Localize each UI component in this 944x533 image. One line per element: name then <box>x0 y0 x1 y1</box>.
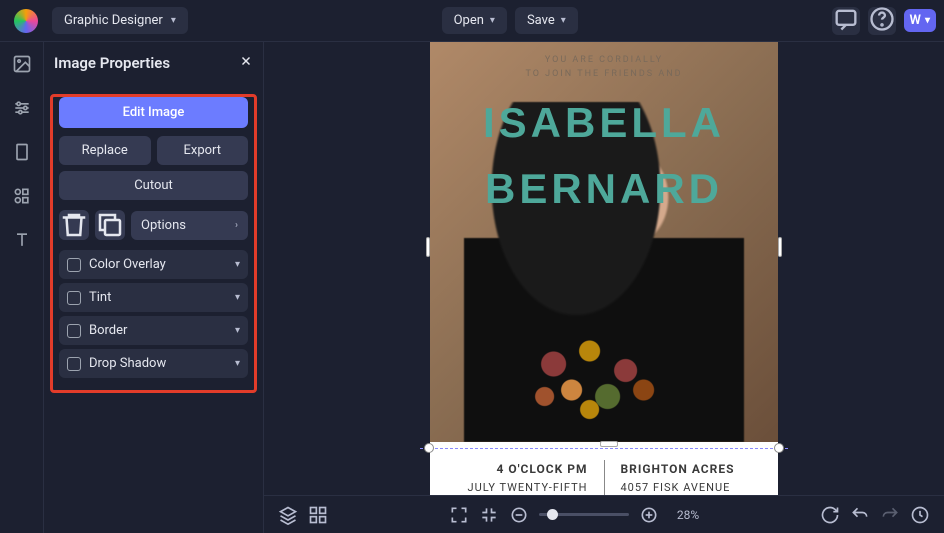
rail-image-icon[interactable] <box>12 54 32 74</box>
zoom-percentage: 28% <box>677 508 699 522</box>
tint-checkbox[interactable] <box>67 291 81 305</box>
zoom-slider[interactable] <box>539 513 629 516</box>
design-canvas[interactable]: YOU ARE CORDIALLY TO JOIN THE FRIENDS AN… <box>430 42 778 495</box>
rail-adjust-icon[interactable] <box>12 98 32 118</box>
chevron-down-icon: ▾ <box>235 292 240 303</box>
border-checkbox[interactable] <box>67 324 81 338</box>
cutout-button[interactable]: Cutout <box>59 171 248 200</box>
undo-button[interactable] <box>850 505 870 525</box>
color-overlay-label: Color Overlay <box>89 257 227 272</box>
border-row[interactable]: Border ▾ <box>59 316 248 345</box>
replace-label: Replace <box>82 143 128 158</box>
tint-row[interactable]: Tint ▾ <box>59 283 248 312</box>
panel-title: Image Properties <box>54 54 170 72</box>
collapse-icon <box>479 505 499 525</box>
color-overlay-checkbox[interactable] <box>67 258 81 272</box>
open-label: Open <box>454 13 484 28</box>
selection-handle-bottom[interactable] <box>600 441 618 447</box>
delete-button[interactable] <box>59 210 89 240</box>
open-button[interactable]: Open ▾ <box>442 7 507 34</box>
selection-handle-br[interactable] <box>774 443 784 453</box>
drop-shadow-checkbox[interactable] <box>67 357 81 371</box>
copy-icon <box>95 210 125 240</box>
zoom-in-icon <box>639 505 659 525</box>
rail-shapes-icon[interactable] <box>12 186 32 206</box>
options-button[interactable]: Options › <box>131 211 248 240</box>
history-button[interactable] <box>910 505 930 525</box>
duplicate-button[interactable] <box>95 210 125 240</box>
export-label: Export <box>183 143 221 158</box>
edit-image-label: Edit Image <box>123 105 185 120</box>
chevron-right-icon: › <box>235 220 238 231</box>
chat-button[interactable] <box>832 7 860 35</box>
border-label: Border <box>89 323 227 338</box>
save-label: Save <box>527 13 555 28</box>
selection-edge-bottom <box>420 448 788 449</box>
chevron-down-icon: ▾ <box>235 325 240 336</box>
grid-button[interactable] <box>308 505 328 525</box>
close-panel-button[interactable] <box>239 54 253 72</box>
help-button[interactable] <box>868 7 896 35</box>
zoom-in-button[interactable] <box>639 505 659 525</box>
drop-shadow-row[interactable]: Drop Shadow ▾ <box>59 349 248 378</box>
save-button[interactable]: Save ▾ <box>515 7 578 34</box>
chevron-down-icon: ▾ <box>490 15 495 26</box>
bouquet-graphic <box>500 312 680 442</box>
invite-intro-line1: YOU ARE CORDIALLY <box>545 54 663 68</box>
color-overlay-row[interactable]: Color Overlay ▾ <box>59 250 248 279</box>
invite-intro-line2: TO JOIN THE FRIENDS AND <box>525 68 682 82</box>
history-icon <box>910 505 930 525</box>
chevron-down-icon: ▾ <box>235 358 240 369</box>
grid-icon <box>308 505 328 525</box>
invite-venue: BRIGHTON ACRES <box>621 460 759 479</box>
cutout-label: Cutout <box>134 178 173 193</box>
invite-details: 4 O'CLOCK PM JULY TWENTY-FIFTH TWO THOUS… <box>430 442 778 495</box>
rail-text-icon[interactable] <box>12 230 32 250</box>
refresh-icon <box>820 505 840 525</box>
fit-screen-button[interactable] <box>449 505 469 525</box>
layers-icon <box>278 505 298 525</box>
chevron-down-icon: ▾ <box>171 15 176 26</box>
invite-name-1: ISABELLA <box>483 99 725 147</box>
edit-image-button[interactable]: Edit Image <box>59 97 248 128</box>
photo-region[interactable]: YOU ARE CORDIALLY TO JOIN THE FRIENDS AN… <box>430 42 778 442</box>
fullscreen-icon <box>449 505 469 525</box>
selection-handle-right[interactable] <box>778 237 782 257</box>
redo-icon <box>880 505 900 525</box>
highlighted-panel-region: Edit Image Replace Export Cutout <box>50 94 257 393</box>
close-icon <box>239 54 253 68</box>
selection-handle-bl[interactable] <box>424 443 434 453</box>
chevron-down-icon: ▾ <box>925 15 930 26</box>
layers-button[interactable] <box>278 505 298 525</box>
undo-icon <box>850 505 870 525</box>
zoom-out-button[interactable] <box>509 505 529 525</box>
chevron-down-icon: ▾ <box>235 259 240 270</box>
zoom-slider-thumb[interactable] <box>547 509 558 520</box>
tint-label: Tint <box>89 290 227 305</box>
avatar-letter: W <box>910 13 921 28</box>
options-label: Options <box>141 218 186 233</box>
drop-shadow-label: Drop Shadow <box>89 356 227 371</box>
rail-page-icon[interactable] <box>12 142 32 162</box>
designer-dropdown[interactable]: Graphic Designer ▾ <box>52 7 188 34</box>
app-logo <box>14 9 38 33</box>
replace-button[interactable]: Replace <box>59 136 151 165</box>
invite-name-2: BERNARD <box>485 165 723 213</box>
invite-street: 4057 FISK AVENUE <box>621 479 759 495</box>
chevron-down-icon: ▾ <box>561 15 566 26</box>
help-icon <box>868 5 896 37</box>
chat-icon <box>832 5 860 37</box>
redo-button[interactable] <box>880 505 900 525</box>
avatar-menu[interactable]: W ▾ <box>904 9 936 32</box>
refresh-button[interactable] <box>820 505 840 525</box>
invite-date: JULY TWENTY-FIFTH <box>450 479 588 495</box>
selection-handle-left[interactable] <box>426 237 430 257</box>
zoom-out-icon <box>509 505 529 525</box>
designer-label: Graphic Designer <box>64 13 163 28</box>
collapse-button[interactable] <box>479 505 499 525</box>
export-button[interactable]: Export <box>157 136 249 165</box>
invite-time: 4 O'CLOCK PM <box>450 460 588 479</box>
trash-icon <box>59 210 89 240</box>
